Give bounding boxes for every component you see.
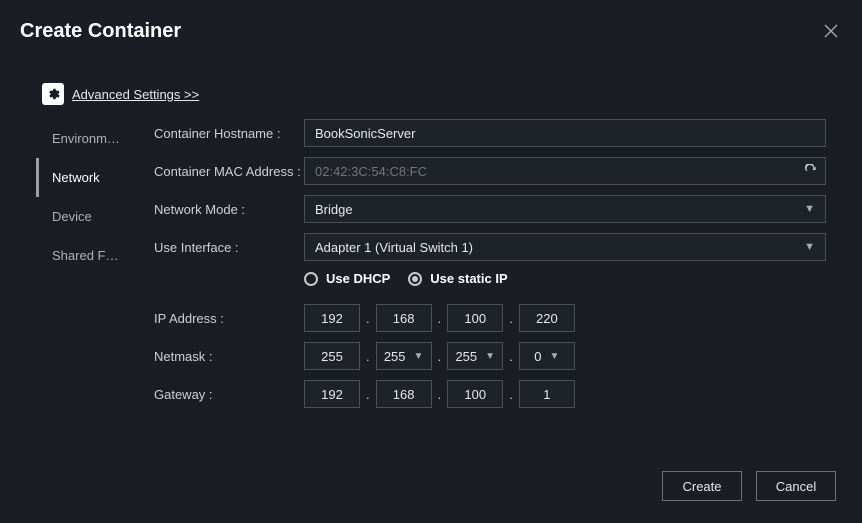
network-mode-label: Network Mode :	[154, 202, 304, 217]
sidebar-item-label: Environm…	[52, 131, 120, 146]
cancel-button[interactable]: Cancel	[756, 471, 836, 501]
interface-value: Adapter 1 (Virtual Switch 1)	[315, 240, 473, 255]
gear-icon	[46, 87, 60, 101]
hostname-label: Container Hostname :	[154, 126, 304, 141]
gateway-octet-3[interactable]	[447, 380, 503, 408]
chevron-down-icon: ▼	[485, 351, 495, 362]
mac-label: Container MAC Address :	[154, 164, 304, 179]
advanced-settings-link[interactable]: Advanced Settings >>	[72, 87, 199, 102]
refresh-icon	[804, 164, 818, 178]
hostname-input[interactable]	[304, 119, 826, 147]
netmask-octet-3-select[interactable]: 255▼	[447, 342, 503, 370]
ip-octet-4[interactable]	[519, 304, 575, 332]
radio-label: Use static IP	[430, 271, 507, 286]
sidebar-item-label: Device	[52, 209, 92, 224]
gateway-octet-1[interactable]	[304, 380, 360, 408]
radio-use-dhcp[interactable]: Use DHCP	[304, 271, 390, 286]
radio-icon	[408, 272, 422, 286]
radio-icon	[304, 272, 318, 286]
ip-octet-3[interactable]	[447, 304, 503, 332]
sidebar-item-network[interactable]: Network	[36, 158, 148, 197]
close-button[interactable]	[820, 20, 842, 45]
close-icon	[824, 24, 838, 38]
ip-octet-1[interactable]	[304, 304, 360, 332]
sidebar-item-label: Network	[52, 170, 100, 185]
mac-input[interactable]	[304, 157, 826, 185]
netmask-octet-4-select[interactable]: 0▼	[519, 342, 575, 370]
gateway-octet-4[interactable]	[519, 380, 575, 408]
netmask-octet-1[interactable]	[304, 342, 360, 370]
ip-octet-2[interactable]	[376, 304, 432, 332]
interface-label: Use Interface :	[154, 240, 304, 255]
interface-select[interactable]: Adapter 1 (Virtual Switch 1) ▼	[304, 233, 826, 261]
mac-refresh-button[interactable]	[804, 164, 818, 178]
gateway-label: Gateway :	[154, 387, 304, 402]
netmask-label: Netmask :	[154, 349, 304, 364]
netmask-octet-2-select[interactable]: 255▼	[376, 342, 432, 370]
sidebar-item-shared-folders[interactable]: Shared F…	[36, 236, 148, 275]
chevron-down-icon: ▼	[804, 203, 815, 215]
settings-sidebar: Environm… Network Device Shared F…	[36, 119, 148, 418]
gateway-octet-2[interactable]	[376, 380, 432, 408]
network-mode-value: Bridge	[315, 202, 353, 217]
chevron-down-icon: ▼	[550, 351, 560, 362]
create-button[interactable]: Create	[662, 471, 742, 501]
ip-label: IP Address :	[154, 311, 304, 326]
sidebar-item-label: Shared F…	[52, 248, 118, 263]
chevron-down-icon: ▼	[804, 241, 815, 253]
sidebar-item-device[interactable]: Device	[36, 197, 148, 236]
modal-title: Create Container	[20, 20, 181, 43]
settings-icon-badge	[42, 83, 64, 105]
network-mode-select[interactable]: Bridge ▼	[304, 195, 826, 223]
sidebar-item-environment[interactable]: Environm…	[36, 119, 148, 158]
chevron-down-icon: ▼	[414, 351, 424, 362]
radio-label: Use DHCP	[326, 271, 390, 286]
radio-use-static-ip[interactable]: Use static IP	[408, 271, 507, 286]
